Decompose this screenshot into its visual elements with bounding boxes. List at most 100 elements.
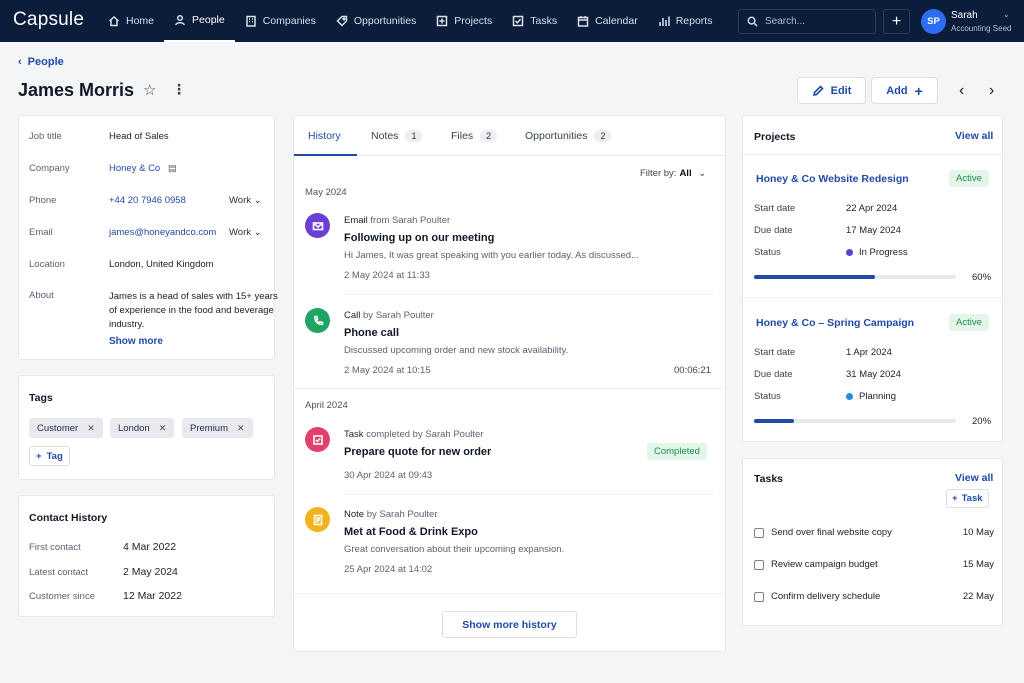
nav-item-people[interactable]: People [164, 0, 235, 42]
previous-record-icon[interactable]: ‹ [959, 82, 964, 100]
task-item: Send over final website copy 10 May [754, 527, 994, 538]
phone-link[interactable]: +44 20 7946 0958 [109, 195, 186, 206]
nav-item-opportunities[interactable]: Opportunities [326, 0, 426, 42]
due-date-value: 17 May 2024 [846, 225, 901, 236]
capsule-logo[interactable]: Capsule [13, 9, 84, 31]
history-item-title[interactable]: Prepare quote for new order [344, 446, 491, 458]
remove-tag-icon[interactable]: ✕ [159, 423, 167, 434]
history-item-body: Hi James, It was great speaking with you… [344, 250, 639, 261]
call-activity-icon [305, 308, 330, 333]
back-to-people-link[interactable]: ‹ People [18, 56, 64, 68]
quick-add-button[interactable]: + [883, 9, 910, 34]
tags-title: Tags [29, 392, 53, 404]
contact-history-card: Contact History First contact 4 Mar 2022… [18, 495, 275, 617]
nav-item-home[interactable]: Home [98, 0, 164, 42]
project-link[interactable]: Honey & Co Website Redesign [756, 173, 909, 185]
progress-percent: 20% [972, 416, 992, 427]
tag-customer: Customer ✕ [29, 418, 103, 438]
first-contact-label: First contact [29, 542, 81, 553]
email-type-select[interactable]: Work ⌄ [229, 227, 262, 238]
customer-since-value: 12 Mar 2022 [123, 590, 182, 602]
phone-type-select[interactable]: Work ⌄ [229, 195, 262, 206]
tasks-icon [512, 15, 524, 27]
note-activity-icon [305, 507, 330, 532]
search-box[interactable] [738, 9, 876, 34]
status-label: Status [754, 391, 781, 402]
tab-files[interactable]: Files 2 [451, 130, 498, 142]
month-heading: April 2024 [305, 400, 348, 411]
user-organization: Accounting Seed [951, 24, 1012, 33]
contact-details-card: Job title Head of Sales Company Honey & … [18, 115, 278, 360]
add-task-button[interactable]: + Task [946, 489, 989, 508]
record-tabs: History Notes 1 Files 2 Opportunities 2 [294, 116, 726, 156]
person-icon [175, 14, 185, 26]
tasks-view-all-link[interactable]: View all [955, 472, 993, 484]
projects-view-all-link[interactable]: View all [955, 130, 993, 142]
history-item-meta: Email from Sarah Poulter [344, 215, 451, 226]
star-icon[interactable]: ☆ [143, 81, 156, 99]
history-item-title[interactable]: Following up on our meeting [344, 232, 494, 244]
projects-card: Projects View all Honey & Co Website Red… [742, 115, 1003, 442]
edit-button[interactable]: Edit [797, 77, 866, 104]
history-item-title[interactable]: Met at Food & Drink Expo [344, 526, 478, 538]
start-date-value: 1 Apr 2024 [846, 347, 892, 358]
nav-item-projects[interactable]: Projects [426, 0, 502, 42]
tab-history[interactable]: History [308, 130, 341, 142]
chevron-down-icon[interactable]: ⌄ [1003, 10, 1010, 19]
next-record-icon[interactable]: › [989, 82, 994, 100]
add-button[interactable]: Add + [871, 77, 938, 104]
location-label: Location [29, 259, 65, 270]
call-duration: 00:06:21 [674, 365, 711, 376]
history-item-date: 2 May 2024 at 11:33 [344, 270, 430, 281]
tasks-title: Tasks [754, 473, 783, 485]
status-label: Status [754, 247, 781, 258]
nav-item-reports[interactable]: Reports [648, 0, 723, 42]
chevron-down-icon: ⌄ [253, 195, 262, 206]
plus-icon: + [952, 493, 958, 504]
about-text: James is a head of sales with 15+ years … [109, 291, 278, 330]
job-title-value: Head of Sales [109, 131, 169, 142]
about-label: About [29, 290, 54, 301]
note-icon [313, 514, 322, 525]
search-input[interactable] [765, 16, 865, 27]
add-tag-button[interactable]: + Tag [29, 446, 70, 466]
task-checkbox[interactable] [754, 559, 764, 570]
remove-tag-icon[interactable]: ✕ [87, 423, 95, 434]
status-dot [846, 249, 853, 256]
contact-history-title: Contact History [29, 512, 108, 524]
company-link[interactable]: Honey & Co ▤ [109, 163, 177, 174]
latest-contact-value: 2 May 2024 [123, 566, 178, 578]
tab-notes[interactable]: Notes 1 [371, 130, 423, 142]
nav-item-calendar[interactable]: Calendar [567, 0, 648, 42]
tag-icon [336, 15, 348, 27]
user-name[interactable]: Sarah [951, 10, 978, 21]
show-more-link[interactable]: Show more [109, 336, 163, 347]
tab-opportunities[interactable]: Opportunities 2 [525, 130, 612, 142]
project-link[interactable]: Honey & Co – Spring Campaign [756, 317, 914, 329]
more-options-icon[interactable]: ⋮ [172, 81, 186, 98]
user-avatar[interactable]: SP [921, 9, 946, 34]
start-date-label: Start date [754, 203, 796, 214]
project-status-badge: Active [949, 314, 989, 331]
task-checkbox[interactable] [754, 591, 764, 602]
plus-icon: + [914, 82, 923, 99]
history-item-title[interactable]: Phone call [344, 327, 399, 339]
tags-card: Tags Customer ✕ London ✕ Premium ✕ + Tag [18, 375, 275, 480]
divider [743, 297, 1003, 298]
chevron-down-icon: ⌄ [698, 168, 707, 179]
task-checkbox[interactable] [754, 527, 764, 538]
search-icon [747, 16, 758, 27]
email-link[interactable]: james@honeyandco.com [109, 227, 216, 238]
remove-tag-icon[interactable]: ✕ [237, 423, 245, 434]
plus-icon: + [891, 12, 902, 30]
nav-item-tasks[interactable]: Tasks [502, 0, 567, 42]
history-item-body: Great conversation about their upcoming … [344, 544, 565, 555]
history-separator [294, 593, 726, 594]
progress-bar [754, 275, 956, 279]
notes-count-badge: 1 [405, 130, 423, 142]
history-separator [294, 388, 726, 389]
customer-since-label: Customer since [29, 591, 95, 602]
filter-dropdown[interactable]: Filter by: All ⌄ [640, 168, 706, 179]
nav-item-companies[interactable]: Companies [235, 0, 326, 42]
show-more-history-button[interactable]: Show more history [442, 611, 577, 638]
